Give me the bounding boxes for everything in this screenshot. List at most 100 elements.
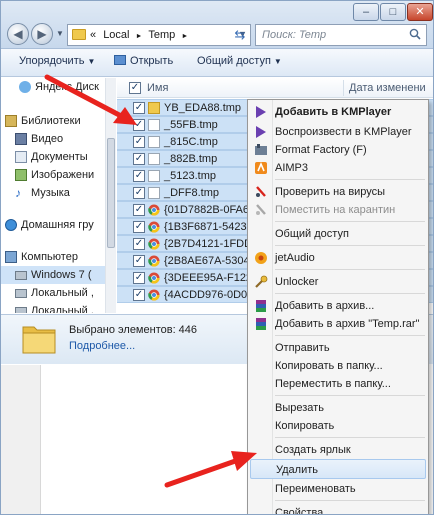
music-icon: ♪ [15, 186, 21, 200]
close-button[interactable]: ✕ [407, 3, 433, 21]
search-placeholder: Поиск: Temp [262, 29, 327, 41]
chevron-down-icon: ▼ [87, 57, 96, 66]
menu-item-copy[interactable]: Копировать [250, 416, 426, 436]
nav-item-label: Локальный , [31, 305, 94, 313]
maximize-button[interactable]: □ [380, 3, 406, 21]
open-icon [114, 55, 126, 65]
menu-item-label: Общий доступ [275, 228, 349, 240]
column-date-modified[interactable]: Дата изменени [349, 82, 426, 94]
row-checkbox[interactable]: ✓ [133, 221, 145, 233]
nav-item-pictures[interactable]: Изображени [1, 166, 115, 184]
menu-item-copy-to-folder[interactable]: Копировать в папку... [250, 356, 426, 376]
menu-item-create-shortcut[interactable]: Создать ярлык [250, 440, 426, 460]
menu-item-aimp3[interactable]: AIMP3 [250, 158, 426, 178]
breadcrumb-overflow[interactable]: « [90, 29, 96, 41]
breadcrumb-item-temp[interactable]: Temp [148, 29, 175, 41]
menu-item-rename[interactable]: Переименовать [250, 479, 426, 499]
file-icon [148, 136, 160, 148]
menu-separator [275, 395, 425, 396]
share-button[interactable]: Общий доступ ▼ [197, 55, 282, 67]
row-checkbox[interactable]: ✓ [133, 170, 145, 182]
drive-icon [15, 289, 27, 298]
back-button[interactable]: ◀ [7, 23, 29, 45]
menu-item-properties[interactable]: Свойства [250, 503, 426, 515]
nav-item-windows7[interactable]: Windows 7 ( [1, 266, 115, 284]
nav-item-music[interactable]: ♪ Музыка [1, 184, 115, 202]
breadcrumb-item-local[interactable]: Local [103, 29, 129, 41]
menu-item-unlocker[interactable]: Unlocker [250, 272, 426, 292]
organize-button[interactable]: Упорядочить ▼ [19, 55, 95, 67]
menu-item-format-factory[interactable]: Format Factory (F) [250, 140, 426, 160]
menu-item-add-to-temp-rar[interactable]: Добавить в архив "Temp.rar" [250, 314, 426, 334]
column-divider[interactable] [343, 80, 344, 96]
row-checkbox[interactable]: ✓ [133, 204, 145, 216]
back-arrow-icon: ◀ [13, 27, 23, 41]
menu-item-add-to-archive[interactable]: Добавить в архив... [250, 296, 426, 316]
row-checkbox[interactable]: ✓ [133, 187, 145, 199]
menu-item-label: Unlocker [275, 276, 319, 288]
row-checkbox[interactable]: ✓ [133, 272, 145, 284]
address-bar[interactable]: « Local ► Temp ► ▼ [67, 24, 251, 46]
file-name: YB_EDA88.tmp [164, 102, 242, 114]
menu-item-sharing[interactable]: Общий доступ [250, 224, 426, 244]
row-checkbox[interactable]: ✓ [133, 255, 145, 267]
refresh-button[interactable]: ⇆ [230, 25, 250, 45]
search-input[interactable]: Поиск: Temp [255, 24, 427, 46]
red-arrow-icon [164, 451, 257, 488]
recent-pages-dropdown[interactable]: ▼ [56, 29, 64, 39]
menu-item-label: Отправить [275, 342, 330, 354]
format-factory-icon [255, 144, 267, 155]
winrar-icon [256, 318, 266, 330]
unlocker-icon [255, 275, 268, 288]
file-name: _815C.tmp [164, 136, 218, 148]
menu-item-label: Добавить в KMPlayer [275, 106, 392, 118]
nav-item-local-disk[interactable]: Локальный , [1, 284, 115, 302]
menu-item-label: Format Factory (F) [275, 144, 367, 156]
menu-separator [275, 437, 425, 438]
row-checkbox[interactable]: ✓ [133, 136, 145, 148]
breadcrumb-separator[interactable]: ► [181, 33, 188, 40]
chrome-icon [148, 238, 160, 250]
organize-label: Упорядочить [19, 55, 85, 67]
nav-item-homegroup[interactable]: Домашняя гру [1, 216, 115, 234]
minimize-button[interactable]: – [353, 3, 379, 21]
title-bar: – □ ✕ ◀ ▶ ▼ « Local ► Temp ► ▼ ⇆ Поиск: … [1, 1, 433, 49]
nav-item-local-disk[interactable]: Локальный , [1, 302, 115, 313]
menu-item-delete[interactable]: Удалить [250, 459, 426, 479]
file-name: _5123.tmp [164, 170, 216, 182]
menu-item-send-to[interactable]: Отправить [250, 338, 426, 358]
scrollbar-thumb[interactable] [107, 138, 115, 248]
nav-item-computer[interactable]: Компьютер [1, 248, 115, 266]
chrome-icon [148, 289, 160, 301]
nav-item-label: Компьютер [21, 251, 78, 263]
row-checkbox[interactable]: ✓ [133, 289, 145, 301]
nav-item-documents[interactable]: Документы [1, 148, 115, 166]
breadcrumb-separator[interactable]: ► [136, 33, 143, 40]
menu-item-label: Проверить на вирусы [275, 186, 386, 198]
menu-item-jetaudio[interactable]: jetAudio [250, 248, 426, 268]
menu-item-label: Свойства [275, 507, 324, 515]
column-header: ✓ Имя Дата изменени [117, 78, 433, 98]
menu-item-scan-viruses[interactable]: Проверить на вирусы [250, 182, 426, 202]
libraries-icon [5, 115, 17, 127]
more-details-link[interactable]: Подробнее... [69, 340, 135, 352]
menu-item-cut[interactable]: Вырезать [250, 398, 426, 418]
file-icon [148, 119, 160, 131]
row-checkbox[interactable]: ✓ [133, 238, 145, 250]
nav-item-label: Локальный , [31, 287, 94, 299]
column-name[interactable]: Имя [147, 82, 168, 94]
file-name: {2B8AE67A-5304-4 [164, 255, 260, 267]
red-arrow-icon [44, 74, 137, 125]
row-checkbox[interactable]: ✓ [133, 153, 145, 165]
menu-item-move-to-folder[interactable]: Переместить в папку... [250, 374, 426, 394]
menu-item-label: Переименовать [275, 483, 356, 495]
menu-item-add-to-kmplayer[interactable]: Добавить в KMPlayer [250, 102, 426, 122]
nav-item-video[interactable]: Видео [1, 130, 115, 148]
winrar-icon [256, 300, 266, 312]
search-icon[interactable] [409, 28, 421, 40]
open-button[interactable]: Открыть [114, 55, 173, 67]
menu-separator [275, 245, 425, 246]
menu-item-play-in-kmplayer[interactable]: Воспроизвести в KMPlayer [250, 122, 426, 142]
open-label: Открыть [130, 55, 174, 67]
forward-button[interactable]: ▶ [31, 23, 53, 45]
